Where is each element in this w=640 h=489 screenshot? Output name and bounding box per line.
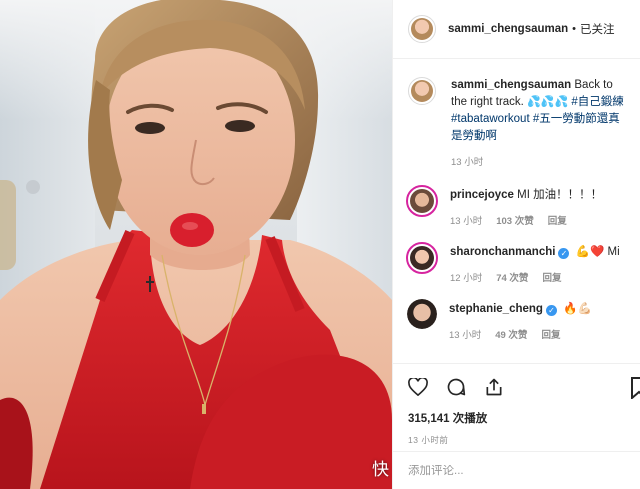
heart-icon[interactable] xyxy=(407,376,429,398)
comment-item: princejoyce MI 加油！！！！ 13 小时 103 次赞 回复 xyxy=(393,185,640,230)
comment-time[interactable]: 12 小时 xyxy=(450,270,482,287)
comment-text: 💪❤️ Mi xyxy=(575,246,620,258)
action-icon-bar xyxy=(393,364,640,410)
caption-meta: 13 小时 xyxy=(451,154,629,171)
comment-time[interactable]: 13 小时 xyxy=(449,327,481,344)
comment-meta: 13 小时 103 次赞 回复 xyxy=(450,213,602,230)
instagram-post: sammi_chengsauman • 已关注 sammi_chengsauma… xyxy=(0,0,640,489)
woman-illustration xyxy=(0,0,392,489)
commenter-avatar-image xyxy=(410,246,434,270)
author-avatar[interactable] xyxy=(408,15,436,43)
comment-meta: 12 小时 74 次赞 回复 xyxy=(450,270,620,287)
post-actions: 315,141 次播放 13 小时前 xyxy=(393,363,640,489)
add-comment-box xyxy=(393,451,640,489)
comment-meta: 13 小时 49 次赞 回复 xyxy=(449,327,592,344)
post-time[interactable]: 13 小时前 xyxy=(393,434,640,446)
view-count[interactable]: 315,141 次播放 xyxy=(393,410,640,426)
commenter-avatar[interactable] xyxy=(406,185,438,217)
verified-icon: ✓ xyxy=(545,305,557,316)
hashtag-link[interactable]: #tabataworkout xyxy=(451,113,530,125)
commenter-avatar[interactable] xyxy=(407,299,437,329)
author-avatar-image xyxy=(411,18,433,40)
comment-item: stephanie_cheng ✓ 🔥💪🏻 13 小时 49 次赞 回复 xyxy=(393,299,640,344)
author-username[interactable]: sammi_chengsauman xyxy=(448,23,568,35)
caption-body: sammi_chengsauman Back to the right trac… xyxy=(451,77,629,171)
commenter-username[interactable]: princejoyce xyxy=(450,189,514,201)
comment-input[interactable] xyxy=(408,464,578,477)
post-header: sammi_chengsauman • 已关注 xyxy=(393,0,640,59)
header-separator: • xyxy=(572,23,577,35)
comments-list[interactable]: sammi_chengsauman Back to the right trac… xyxy=(393,60,640,363)
follow-status-button[interactable]: 已关注 xyxy=(580,21,615,37)
comment-body: stephanie_cheng ✓ 🔥💪🏻 13 小时 49 次赞 回复 xyxy=(449,299,592,344)
caption-avatar-image xyxy=(411,80,433,102)
post-caption: sammi_chengsauman Back to the right trac… xyxy=(393,77,640,171)
post-sidebar: sammi_chengsauman • 已关注 sammi_chengsauma… xyxy=(392,0,640,489)
verified-icon: ✓ xyxy=(558,248,570,259)
commenter-avatar-image xyxy=(407,299,437,329)
comment-body: princejoyce MI 加油！！！！ 13 小时 103 次赞 回复 xyxy=(450,185,602,230)
comment-likes[interactable]: 74 次赞 xyxy=(496,270,528,287)
caption-avatar[interactable] xyxy=(408,77,436,105)
commenter-avatar-image xyxy=(410,189,434,213)
comment-text: MI 加油！！！！ xyxy=(517,189,603,201)
comment-likes[interactable]: 49 次赞 xyxy=(495,327,527,344)
comment-body: sharonchanmanchi ✓ 💪❤️ Mi 12 小时 74 次赞 回复 xyxy=(450,242,620,287)
reply-button[interactable]: 回复 xyxy=(548,213,567,230)
reply-button[interactable]: 回复 xyxy=(541,327,560,344)
commenter-username[interactable]: sharonchanmanchi xyxy=(450,246,555,258)
share-icon[interactable] xyxy=(483,376,505,398)
reply-button[interactable]: 回复 xyxy=(542,270,561,287)
caption-emoji: 💦💦💦 xyxy=(527,96,569,108)
caption-username[interactable]: sammi_chengsauman xyxy=(451,79,571,91)
bookmark-icon[interactable] xyxy=(631,377,640,399)
comment-text: 🔥💪🏻 xyxy=(563,303,592,315)
hashtag-link[interactable]: #自己鍛練 xyxy=(571,96,623,108)
watermark: 快 xyxy=(372,460,389,480)
post-video[interactable] xyxy=(0,0,392,489)
comment-time[interactable]: 13 小时 xyxy=(450,213,482,230)
commenter-avatar[interactable] xyxy=(406,242,438,274)
comment-item: sharonchanmanchi ✓ 💪❤️ Mi 12 小时 74 次赞 回复 xyxy=(393,242,640,287)
comment-icon[interactable] xyxy=(445,376,467,398)
commenter-username[interactable]: stephanie_cheng xyxy=(449,303,543,315)
comment-likes[interactable]: 103 次赞 xyxy=(496,213,534,230)
caption-time[interactable]: 13 小时 xyxy=(451,154,483,171)
